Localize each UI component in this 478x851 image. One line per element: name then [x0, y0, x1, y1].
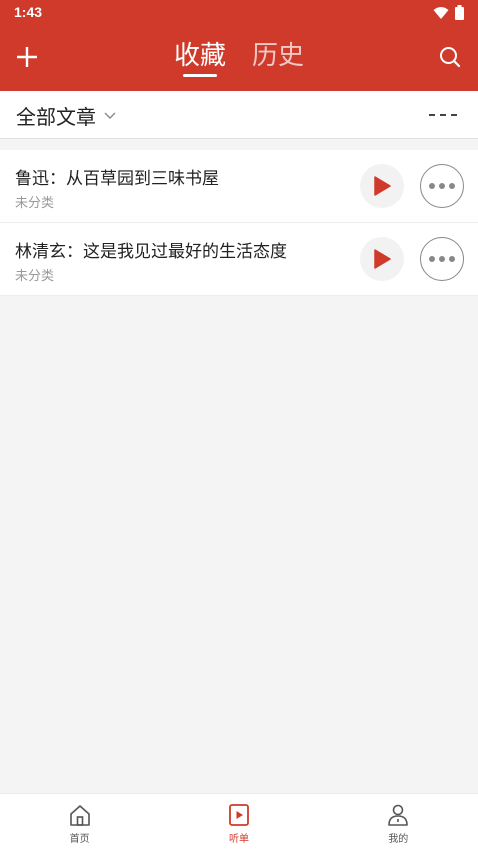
- battery-icon: [455, 5, 464, 20]
- more-options-button[interactable]: [428, 105, 458, 125]
- status-icons: [433, 5, 464, 20]
- tab-active-indicator: [182, 74, 217, 77]
- dot: [439, 183, 445, 189]
- tab-favorites-label: 收藏: [173, 41, 226, 71]
- filter-bar: 全部文章: [0, 91, 478, 139]
- item-category: 未分类: [15, 196, 55, 211]
- status-time: 1:43: [14, 4, 43, 20]
- header: 收藏 历史: [0, 26, 478, 91]
- tab-history-label: 历史: [252, 41, 305, 71]
- dot: [449, 256, 455, 262]
- item-more-button[interactable]: [420, 237, 464, 281]
- more-dashes-icon: [429, 114, 457, 116]
- category-filter-dropdown[interactable]: 全部文章: [16, 101, 116, 130]
- search-icon: [440, 47, 461, 68]
- nav-item-profile[interactable]: 我的: [319, 794, 478, 851]
- list-item[interactable]: 林清玄：这是我见过最好的生活态度 未分类: [0, 223, 478, 296]
- play-button[interactable]: [360, 164, 404, 208]
- home-icon: [69, 805, 90, 826]
- dot: [449, 183, 455, 189]
- dot: [429, 256, 435, 262]
- status-bar: 1:43: [0, 0, 478, 26]
- item-title: 鲁迅：从百草园到三味书屋: [15, 169, 219, 189]
- play-icon: [374, 176, 391, 196]
- item-category: 未分类: [15, 269, 55, 284]
- item-more-button[interactable]: [420, 164, 464, 208]
- item-title: 林清玄：这是我见过最好的生活态度: [15, 242, 287, 262]
- profile-icon: [388, 804, 409, 826]
- filter-label: 全部文章: [16, 105, 96, 129]
- wifi-icon: [433, 6, 449, 19]
- tab-history[interactable]: 历史: [252, 38, 304, 74]
- play-icon: [374, 249, 391, 269]
- nav-label-home: 首页: [69, 834, 90, 845]
- play-button[interactable]: [360, 237, 404, 281]
- list-item[interactable]: 鲁迅：从百草园到三味书屋 未分类: [0, 150, 478, 223]
- nav-label-playlist: 听单: [228, 834, 249, 845]
- favorites-list: 鲁迅：从百草园到三味书屋 未分类 林清玄：这是我见过最好的生活态度 未分类: [0, 150, 478, 296]
- tab-favorites[interactable]: 收藏: [173, 38, 226, 77]
- dot: [429, 183, 435, 189]
- nav-item-playlist[interactable]: 听单: [159, 794, 318, 851]
- dot: [439, 256, 445, 262]
- nav-label-profile: 我的: [388, 834, 409, 845]
- chevron-down-icon: [104, 112, 116, 119]
- bottom-nav: 首页 听单 我的: [0, 793, 478, 851]
- search-button[interactable]: [438, 45, 462, 69]
- header-tabs: 收藏 历史: [0, 38, 478, 77]
- playlist-icon: [229, 804, 249, 826]
- nav-item-home[interactable]: 首页: [0, 794, 159, 851]
